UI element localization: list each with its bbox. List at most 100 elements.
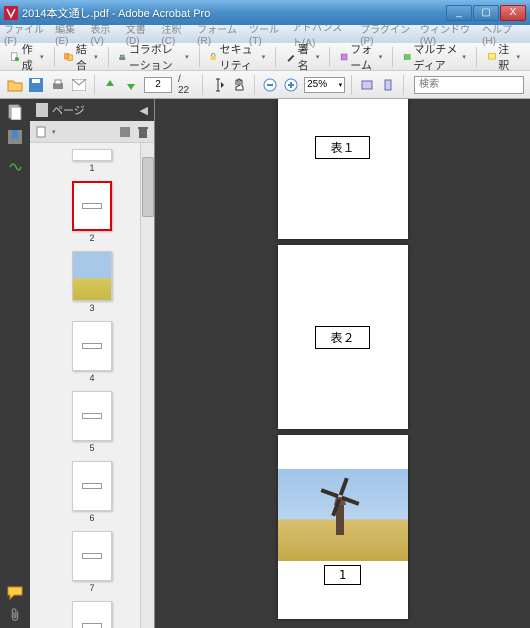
panel-collapse[interactable]: ◀ <box>140 104 148 117</box>
combine-icon <box>64 50 74 64</box>
folder-icon <box>7 78 23 92</box>
page-icon <box>36 103 48 117</box>
thumb-label: 5 <box>89 443 94 453</box>
thumb-label: 3 <box>89 303 94 313</box>
strip-footer <box>0 578 30 628</box>
multimedia-icon <box>403 50 411 64</box>
panel-header: ページ ◀ <box>30 99 154 121</box>
page-icon <box>8 104 22 120</box>
ibeam-icon <box>212 78 224 92</box>
multimedia-button[interactable]: マルチメディア▾ <box>399 39 470 75</box>
panel-delete-icon[interactable] <box>136 125 150 139</box>
printer-icon <box>51 78 65 92</box>
collab-icon <box>118 50 127 64</box>
save-button[interactable] <box>28 76 46 94</box>
combine-button[interactable]: 結合▾ <box>60 39 102 75</box>
hand-icon <box>232 78 246 92</box>
create-button[interactable]: 作成▾ <box>6 39 48 75</box>
fit-page-button[interactable] <box>380 76 398 94</box>
bookmarks-tab[interactable] <box>6 129 24 147</box>
page-total: / 22 <box>178 74 194 96</box>
down-icon <box>125 78 137 92</box>
panel-toolbar: ▾ <box>30 121 154 143</box>
page-label: 表２ <box>315 326 369 349</box>
print-button[interactable] <box>49 76 67 94</box>
window-title: 2014本文通し.pdf - Adobe Acrobat Pro <box>22 5 446 21</box>
mail-icon <box>72 79 86 91</box>
zoom-out-button[interactable] <box>261 76 279 94</box>
panel-title: ページ <box>52 102 85 118</box>
signatures-tab[interactable] <box>6 155 24 173</box>
window-controls: _ ▢ X <box>446 5 526 21</box>
main-area: ページ ◀ ▾ 1 2 3 4 5 6 <box>0 99 530 628</box>
toolbar-secondary: / 22 25%▾ <box>0 71 530 99</box>
thumb-1[interactable] <box>72 149 112 161</box>
collab-button[interactable]: コラボレーション▾ <box>114 39 192 75</box>
speech-icon <box>7 586 23 600</box>
comment-icon <box>487 50 497 64</box>
plus-icon <box>284 78 298 92</box>
page-down-button[interactable] <box>122 76 140 94</box>
thumb-4[interactable] <box>72 321 112 371</box>
panel-new-icon[interactable] <box>34 125 48 139</box>
search-input[interactable] <box>414 76 524 94</box>
fitpage-icon <box>381 78 395 92</box>
form-button[interactable]: フォーム▾ <box>336 39 386 75</box>
toolbar-primary: 作成▾ 結合▾ コラボレーション▾ セキュリティ▾ 署名▾ フォーム▾ マルチメ… <box>0 43 530 71</box>
hand-tool[interactable] <box>231 76 249 94</box>
close-button[interactable]: X <box>500 5 526 21</box>
thumb-5[interactable] <box>72 391 112 441</box>
zoom-in-button[interactable] <box>283 76 301 94</box>
thumb-label: 1 <box>89 163 94 173</box>
thumb-label: 4 <box>89 373 94 383</box>
thumb-6[interactable] <box>72 461 112 511</box>
panel-dd[interactable]: ▾ <box>52 128 56 136</box>
minus-icon <box>263 78 277 92</box>
doc-page-1[interactable]: 表１ <box>278 99 408 239</box>
attach-icon <box>7 608 23 622</box>
minimize-button[interactable]: _ <box>446 5 472 21</box>
thumb-label: 7 <box>89 583 94 593</box>
maximize-button[interactable]: ▢ <box>473 5 499 21</box>
page-number-input[interactable] <box>144 77 172 93</box>
floppy-icon <box>29 78 43 92</box>
sig-icon <box>8 157 22 171</box>
app-icon <box>4 6 18 20</box>
windmill-icon <box>320 477 360 537</box>
titlebar: 2014本文通し.pdf - Adobe Acrobat Pro _ ▢ X <box>0 0 530 25</box>
lock-icon <box>209 50 217 64</box>
open-button[interactable] <box>6 76 24 94</box>
page-label: 1 <box>324 565 361 585</box>
doc-page-2[interactable]: 表２ <box>278 245 408 429</box>
email-button[interactable] <box>71 76 89 94</box>
zoom-level[interactable]: 25%▾ <box>304 77 345 93</box>
thumbnails: 1 2 3 4 5 6 7 8 9 <box>30 143 154 628</box>
thumbs-scrollbar[interactable] <box>140 143 154 628</box>
fitwidth-icon <box>360 78 374 92</box>
form-icon <box>340 50 348 64</box>
comment-button[interactable]: 注釈▾ <box>483 39 525 75</box>
page-up-button[interactable] <box>101 76 119 94</box>
page-photo <box>278 469 408 561</box>
page-label: 表１ <box>315 136 369 159</box>
navigation-strip <box>0 99 30 628</box>
sign-button[interactable]: 署名▾ <box>282 39 324 75</box>
pages-panel: ページ ◀ ▾ 1 2 3 4 5 6 <box>30 99 155 628</box>
thumb-label: 6 <box>89 513 94 523</box>
select-tool[interactable] <box>209 76 227 94</box>
thumb-3[interactable] <box>72 251 112 301</box>
thumb-7[interactable] <box>72 531 112 581</box>
pen-icon <box>286 50 296 64</box>
panel-options-icon[interactable] <box>118 125 132 139</box>
doc-page-3[interactable]: 1 <box>278 435 408 619</box>
thumb-8[interactable] <box>72 601 112 628</box>
fit-width-button[interactable] <box>358 76 376 94</box>
up-icon <box>104 78 116 92</box>
pages-tab[interactable] <box>6 103 24 121</box>
thumb-2[interactable] <box>72 181 112 231</box>
create-icon <box>10 50 20 64</box>
thumb-label: 2 <box>89 233 94 243</box>
bookmark-icon <box>8 130 22 146</box>
document-viewport[interactable]: 表１ 表２ <box>155 99 530 628</box>
security-button[interactable]: セキュリティ▾ <box>205 39 269 75</box>
